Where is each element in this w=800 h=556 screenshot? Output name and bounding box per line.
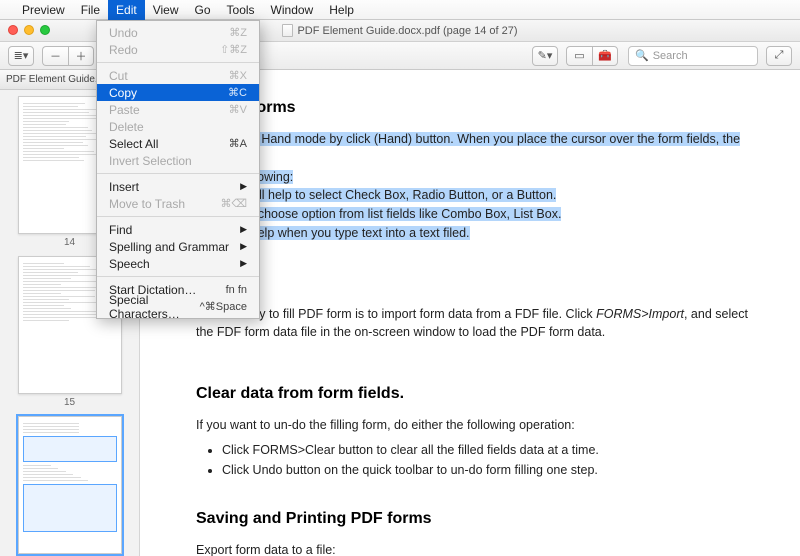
paragraph: , change to Hand mode by click (Hand) bu… [196,130,768,243]
menu-item-label: Spelling and Grammar [109,240,229,254]
thumbnail-page-number: 15 [64,397,75,408]
menu-shortcut: ^⌘Space [200,300,247,313]
menu-separator [97,276,259,277]
heading-pdf-forms: in PDF forms [196,96,768,120]
minimize-window-button[interactable] [24,25,34,35]
paragraph: Another way to fill PDF form is to impor… [196,305,768,343]
menu-shortcut: ⌘X [229,69,247,82]
sidebar-tab-label: PDF Element Guide.do [6,74,109,85]
submenu-arrow-icon: ▶ [240,224,247,235]
menu-item-label: Select All [109,137,158,151]
menu-item-label: Special Characters… [109,293,200,321]
menu-window[interactable]: Window [263,0,322,20]
menu-item-label: Move to Trash [109,197,185,211]
menu-item-label: Cut [109,69,128,83]
menu-item-label: Redo [109,43,138,57]
menu-item-delete: Delete [97,118,259,135]
zoom-in-button[interactable]: ＋ [68,46,94,66]
menu-item-spelling-and-grammar[interactable]: Spelling and Grammar ▶ [97,238,259,255]
markup-button[interactable]: 🧰 [592,46,618,66]
zoom-window-button[interactable] [40,25,50,35]
menu-item-invert-selection: Invert Selection [97,152,259,169]
paragraph: Export form data to a file: [196,541,768,556]
zoom-out-button[interactable]: － [42,46,68,66]
menu-shortcut: ⌘A [229,137,247,150]
submenu-arrow-icon: ▶ [240,181,247,192]
menu-item-cut: Cut ⌘X [97,67,259,84]
search-field[interactable]: 🔍 Search [628,46,758,66]
menu-item-label: Find [109,223,132,237]
window-controls [8,25,50,35]
search-icon: 🔍 [635,49,649,62]
bullet-list: Click FORMS>Clear button to clear all th… [222,441,768,480]
menu-item-label: Invert Selection [109,154,192,168]
menu-item-label: Paste [109,103,140,117]
thumbnail-page-16[interactable]: 16 [18,416,122,556]
menu-item-select-all[interactable]: Select All ⌘A [97,135,259,152]
paragraph: If you want to un-do the filling form, d… [196,416,768,435]
sidebar-toggle-button[interactable]: ≣▾ [8,46,34,66]
menu-separator [97,173,259,174]
menu-edit[interactable]: Edit [108,0,145,20]
pdf-file-icon [282,24,293,37]
menu-item-label: Copy [109,86,137,100]
menu-shortcut: ⇧⌘Z [220,43,247,56]
menu-item-undo: Undo ⌘Z [97,24,259,41]
list-item: Click FORMS>Clear button to clear all th… [222,441,768,460]
menu-shortcut: ⌘V [229,103,247,116]
menu-item-move-to-trash: Move to Trash ⌘⌫ [97,195,259,212]
window-title: PDF Element Guide.docx.pdf (page 14 of 2… [282,24,517,37]
zoom-group: － ＋ [42,46,94,66]
menu-item-copy[interactable]: Copy ⌘C [97,84,259,101]
menu-shortcut: fn fn [226,284,247,296]
menu-shortcut: ⌘C [228,86,247,99]
highlight-button[interactable]: ▭ [566,46,592,66]
submenu-arrow-icon: ▶ [240,241,247,252]
thumbnail-preview [18,416,122,554]
menu-item-find[interactable]: Find ▶ [97,221,259,238]
thumbnail-page-number: 14 [64,237,75,248]
fullscreen-button[interactable]: ⤢ [766,46,792,66]
menu-item-label: Undo [109,26,138,40]
menu-shortcut: ⌘⌫ [220,197,247,210]
menu-view[interactable]: View [145,0,187,20]
heading-saving-printing: Saving and Printing PDF forms [196,507,768,531]
menu-file[interactable]: File [73,0,108,20]
menu-separator [97,216,259,217]
menu-tools[interactable]: Tools [219,0,263,20]
menu-item-special-characters[interactable]: Special Characters…^⌘Space [97,298,259,315]
menu-item-redo: Redo ⇧⌘Z [97,41,259,58]
annotate-button[interactable]: ✎▾ [532,46,558,66]
menu-item-speech[interactable]: Speech ▶ [97,255,259,272]
menu-help[interactable]: Help [321,0,362,20]
menu-separator [97,62,259,63]
heading-clear-data: Clear data from form fields. [196,382,768,406]
menu-item-label: Speech [109,257,150,271]
menu-item-paste: Paste ⌘V [97,101,259,118]
search-placeholder: Search [653,50,688,62]
edit-menu-dropdown: Undo⌘ZRedo⇧⌘ZCut⌘XCopy⌘CPaste⌘VDeleteSel… [96,20,260,319]
highlighted-text: , change to Hand mode by click (Hand) bu… [196,132,740,165]
window-title-text: PDF Element Guide.docx.pdf (page 14 of 2… [297,25,517,37]
list-item: Click Undo button on the quick toolbar t… [222,461,768,480]
menu-preview[interactable]: Preview [14,0,73,20]
menu-item-label: Insert [109,180,139,194]
menu-item-insert[interactable]: Insert ▶ [97,178,259,195]
menu-item-label: Delete [109,120,144,134]
submenu-arrow-icon: ▶ [240,258,247,269]
close-window-button[interactable] [8,25,18,35]
menubar: PreviewFileEditViewGoToolsWindowHelp [0,0,800,20]
menu-go[interactable]: Go [187,0,219,20]
view-group: ≣▾ [8,46,34,66]
menu-shortcut: ⌘Z [229,26,247,39]
